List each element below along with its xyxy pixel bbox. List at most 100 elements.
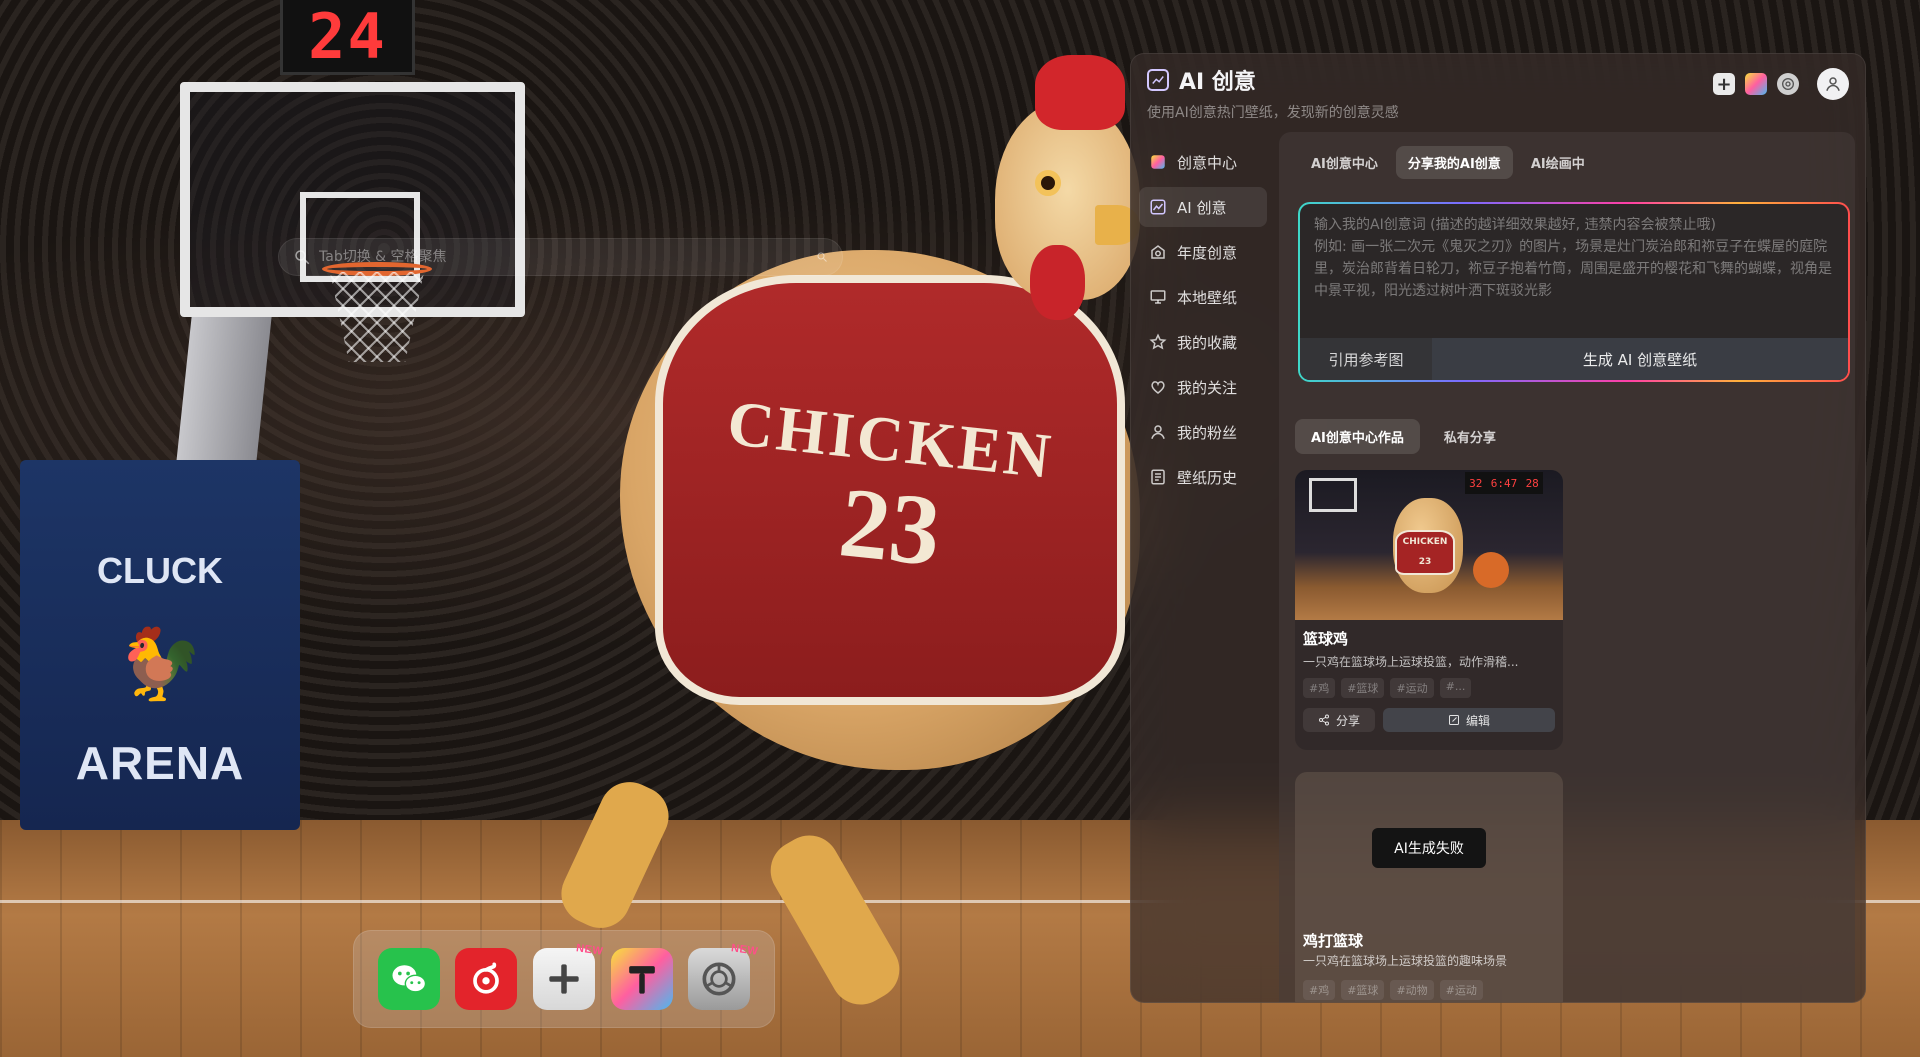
page-subtitle: 使用AI创意热门壁纸，发现新的创意灵感 [1147,105,1399,121]
sidebar-item-label: 我的粉丝 [1177,423,1238,442]
edit-icon [1448,715,1459,725]
sidebar-item-label: 我的关注 [1177,378,1238,397]
dock-app-wechat[interactable] [377,948,440,1010]
card-tags: #鸡 #篮球 #运动 #... [1303,678,1555,698]
main-tabs: AI创意中心 分享我的AI创意 AI绘画中 [1299,146,1597,179]
heart-icon [1149,378,1167,396]
chicken-wattle [1030,245,1085,320]
dock-app-settings[interactable]: NEW [688,942,759,1010]
sidebar: 创意中心 AI 创意 年度创意 本地壁纸 我的收藏 我的关注 我的粉丝 壁纸历史 [1139,142,1267,502]
reference-image-button[interactable]: 引用参考图 [1300,338,1432,380]
thumb-score-left: 32 [1469,476,1483,490]
sidebar-item-following[interactable]: 我的关注 [1139,367,1267,407]
tag: #鸡 [1303,678,1336,698]
sidebar-item-label: 壁纸历史 [1177,468,1238,487]
card-description: 一只鸡在篮球场上运球投篮的趣味场景 [1303,954,1508,968]
thumb-basketball [1473,552,1509,588]
prompt-input[interactable]: 输入我的AI创意词 (描述的越详细效果越好, 违禁内容会被禁止哦) 例如: 画一… [1300,204,1848,312]
app-dock: NEW NEW [353,930,775,1028]
prompt-actions: 引用参考图 生成 AI 创意壁纸 [1300,338,1848,380]
star-icon [1149,333,1167,351]
search-input[interactable] [319,249,816,265]
share-label: 分享 [1335,713,1360,728]
history-icon [1149,468,1167,486]
card-tags: #鸡 #篮球 #动物 #运动 [1303,980,1483,1000]
dock-app-add[interactable]: NEW [532,942,604,1010]
sidebar-item-annual[interactable]: 年度创意 [1139,232,1267,272]
sidebar-item-label: AI 创意 [1177,198,1227,217]
sidebar-item-label: 我的收藏 [1177,333,1238,352]
user-icon [1149,423,1167,441]
work-card[interactable]: AI生成失败 鸡打篮球 一只鸡在篮球场上运球投篮的趣味场景 #鸡 #篮球 #动物… [1295,772,1563,1002]
hen-logo-icon: 🐓 [116,623,204,705]
dock-app-painter[interactable] [610,948,673,1010]
tab-share-my-ai[interactable]: 分享我的AI创意 [1395,146,1513,179]
thumb-score-right: 28 [1525,476,1539,490]
work-card[interactable]: 32 6:47 28 CHICKEN 23 篮球鸡 一只鸡在篮球场上运球投篮，动… [1295,470,1563,750]
wechat-icon [392,965,426,993]
content-area: AI创意中心 分享我的AI创意 AI绘画中 输入我的AI创意词 (描述的越详细效… [1279,132,1855,1002]
prompt-box: 输入我的AI创意词 (描述的越详细效果越好, 违禁内容会被禁止哦) 例如: 画一… [1298,202,1850,382]
settings-button[interactable] [1777,73,1799,95]
search-icon [295,250,310,265]
sidebar-item-local-wallpaper[interactable]: 本地壁纸 [1139,277,1267,317]
thumb-scoreboard: 32 6:47 28 [1465,472,1543,494]
tag: #篮球 [1341,980,1385,1000]
jersey-number: 23 [834,466,946,587]
chicken-eye [1035,170,1061,196]
monitor-icon [1149,288,1167,306]
paint-button[interactable] [1745,73,1767,95]
subtab-center-works[interactable]: AI创意中心作品 [1295,419,1420,454]
sidebar-item-favorites[interactable]: 我的收藏 [1139,322,1267,362]
prompt-placeholder-line1: 输入我的AI创意词 (描述的越详细效果越好, 违禁内容会被禁止哦) [1314,217,1716,233]
card-title: 鸡打篮球 [1303,932,1364,950]
sidebar-item-history[interactable]: 壁纸历史 [1139,457,1267,497]
tag: #运动 [1390,678,1434,698]
chicken-comb [1035,55,1125,130]
sidebar-item-creative-center[interactable]: 创意中心 [1139,142,1267,182]
tag: #鸡 [1303,980,1336,1000]
tag: #运动 [1439,980,1483,1000]
add-button[interactable]: + [1713,73,1735,95]
shot-clock: 24 [280,0,415,75]
tag: #动物 [1390,980,1434,1000]
netease-music-icon [473,962,500,994]
page-title: AI 创意 [1179,70,1256,95]
card-thumbnail[interactable]: 32 6:47 28 CHICKEN 23 [1295,470,1563,620]
new-badge: NEW [575,942,604,958]
status-badge: AI生成失败 [1372,828,1486,868]
settings-icon [702,962,736,996]
generate-wallpaper-button[interactable]: 生成 AI 创意壁纸 [1432,338,1848,380]
sidebar-item-ai-creative[interactable]: AI 创意 [1139,187,1267,227]
subtab-private-share[interactable]: 私有分享 [1428,419,1512,454]
card-actions: 分享 编辑 [1303,708,1555,732]
edit-label: 编辑 [1465,713,1490,728]
tab-ai-painting[interactable]: AI绘画中 [1519,146,1597,179]
sub-tabs: AI创意中心作品 私有分享 [1295,419,1512,454]
share-button[interactable]: 分享 [1303,708,1375,732]
arena-top-text: CLUCK [97,550,223,591]
sidebar-item-followers[interactable]: 我的粉丝 [1139,412,1267,452]
dock-app-netease-music[interactable] [455,948,518,1010]
ai-image-icon [1149,198,1167,216]
search-small-icon[interactable] [816,251,828,263]
settings-icon [1782,78,1794,90]
paint-icon [628,966,655,994]
arena-bottom-text: ARENA [75,737,245,789]
sidebar-item-label: 年度创意 [1177,243,1238,262]
edit-button[interactable]: 编辑 [1383,708,1555,732]
thumb-backboard [1309,478,1357,512]
panel-header: AI 创意 使用AI创意热门壁纸，发现新的创意灵感 + [1147,64,1849,134]
prompt-placeholder-line2: 例如: 画一张二次元《鬼灭之刃》的图片，场景是灶门炭治郎和祢豆子在蝶屋的庭院里，… [1314,239,1832,299]
tag: #... [1439,678,1472,698]
ai-creative-panel: AI 创意 使用AI创意热门壁纸，发现新的创意灵感 + 创意中心 AI 创意 年… [1130,53,1866,1003]
arena-pad: CLUCK 🐓 ARENA [20,460,300,830]
search-bar[interactable] [278,238,843,276]
tag: #篮球 [1341,678,1385,698]
ai-image-icon [1147,69,1169,91]
share-icon [1318,714,1329,726]
avatar[interactable] [1817,68,1849,100]
chicken-jersey: CHICKEN 23 [655,275,1125,705]
tab-ai-creative-center[interactable]: AI创意中心 [1299,146,1390,179]
thumb-score-mid: 6:47 [1490,476,1518,490]
